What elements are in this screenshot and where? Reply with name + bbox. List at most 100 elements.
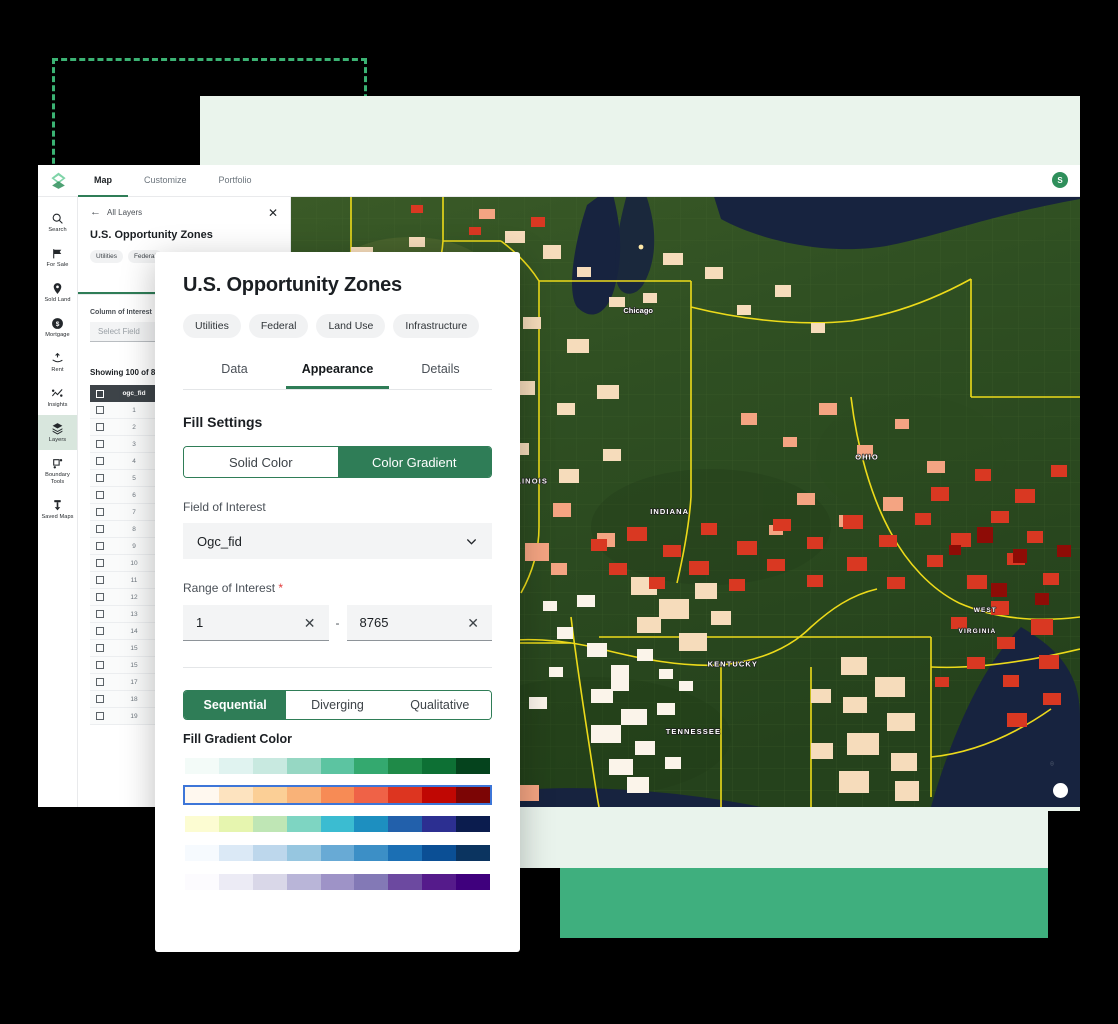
tab-map[interactable]: Map bbox=[78, 165, 128, 197]
gradient-swatch bbox=[286, 758, 321, 774]
row-checkbox[interactable] bbox=[96, 542, 104, 550]
modal-tag-land-use[interactable]: Land Use bbox=[316, 314, 386, 338]
sidebar-item-insights[interactable]: Insights bbox=[38, 380, 77, 415]
palette-sequential-button[interactable]: Sequential bbox=[184, 691, 287, 719]
cell-ogc-fid: 5 bbox=[132, 474, 136, 482]
row-checkbox[interactable] bbox=[96, 406, 104, 414]
gradient-option-purples[interactable] bbox=[183, 872, 492, 892]
palette-diverging-button[interactable]: Diverging bbox=[286, 691, 389, 719]
gradient-swatch bbox=[218, 758, 253, 774]
row-checkbox[interactable] bbox=[96, 525, 104, 533]
sidebar-item-sold-land[interactable]: Sold Land bbox=[38, 275, 77, 310]
modal-tabs: Data Appearance Details bbox=[183, 354, 492, 390]
row-checkbox[interactable] bbox=[96, 491, 104, 499]
clear-icon[interactable]: ✕ bbox=[467, 616, 479, 630]
close-icon[interactable]: ✕ bbox=[268, 207, 278, 219]
sidebar-item-saved-maps[interactable]: Saved Maps bbox=[38, 492, 77, 527]
map-label: VIRGINIA bbox=[959, 628, 997, 635]
row-checkbox[interactable] bbox=[96, 593, 104, 601]
tab-customize[interactable]: Customize bbox=[128, 165, 203, 197]
gradient-option-yellow-green-blue[interactable] bbox=[183, 814, 492, 834]
row-checkbox[interactable] bbox=[96, 678, 104, 686]
range-min-input[interactable]: 1 ✕ bbox=[183, 605, 329, 641]
back-to-all-layers-button[interactable]: ← All Layers bbox=[90, 207, 278, 218]
layers-logo-icon bbox=[50, 172, 66, 189]
gradient-swatch bbox=[252, 816, 287, 832]
cell-ogc-fid: 6 bbox=[132, 491, 136, 499]
clear-icon[interactable]: ✕ bbox=[304, 616, 316, 630]
sidebar-rail: Search For Sale Sold Land $ Mortgage Ren… bbox=[38, 197, 78, 807]
sidebar-item-layers[interactable]: Layers bbox=[38, 414, 77, 450]
cell-ogc-fid: 1 bbox=[132, 406, 136, 414]
row-checkbox[interactable] bbox=[96, 440, 104, 448]
insights-sparkle-icon bbox=[51, 389, 63, 397]
map-locate-button[interactable] bbox=[1053, 783, 1068, 798]
sidebar-item-mortgage[interactable]: $ Mortgage bbox=[38, 310, 77, 345]
tab-data[interactable]: Data bbox=[183, 354, 286, 389]
gradient-swatch bbox=[388, 874, 423, 890]
row-checkbox[interactable] bbox=[96, 610, 104, 618]
row-checkbox[interactable] bbox=[96, 559, 104, 567]
range-max-input[interactable]: 8765 ✕ bbox=[346, 605, 492, 641]
row-checkbox[interactable] bbox=[96, 695, 104, 703]
column-header-ogc-fid: ogc_fid bbox=[122, 390, 146, 397]
cell-ogc-fid: 18 bbox=[130, 695, 138, 703]
boundary-tools-icon bbox=[53, 458, 63, 469]
sidebar-item-boundary-tools[interactable]: Boundary Tools bbox=[38, 450, 77, 492]
gradient-swatch bbox=[218, 845, 253, 861]
fill-gradient-color-heading: Fill Gradient Color bbox=[183, 732, 293, 746]
layer-tag-utilities[interactable]: Utilities bbox=[90, 250, 123, 263]
tab-appearance[interactable]: Appearance bbox=[286, 354, 389, 389]
color-gradient-button[interactable]: Color Gradient bbox=[337, 447, 491, 477]
app-logo[interactable] bbox=[38, 171, 78, 190]
row-checkbox[interactable] bbox=[96, 508, 104, 516]
row-checkbox[interactable] bbox=[96, 644, 104, 652]
modal-tag-utilities[interactable]: Utilities bbox=[183, 314, 241, 338]
tab-details[interactable]: Details bbox=[389, 354, 492, 389]
palette-qualitative-button[interactable]: Qualitative bbox=[388, 691, 491, 719]
map-label: KENTUCKY bbox=[708, 660, 758, 669]
row-checkbox[interactable] bbox=[96, 457, 104, 465]
gradient-swatch bbox=[354, 758, 389, 774]
row-checkbox[interactable] bbox=[96, 627, 104, 635]
cell-ogc-fid: 11 bbox=[130, 576, 138, 584]
tab-portfolio[interactable]: Portfolio bbox=[203, 165, 268, 197]
cell-ogc-fid: 7 bbox=[132, 508, 136, 516]
dollar-circle-icon: $ bbox=[52, 318, 63, 329]
row-checkbox[interactable] bbox=[96, 661, 104, 669]
gradient-swatch bbox=[422, 758, 457, 774]
field-of-interest-select[interactable]: Ogc_fid bbox=[183, 523, 492, 559]
field-of-interest-label: Field of Interest bbox=[183, 500, 266, 514]
row-checkbox[interactable] bbox=[96, 712, 104, 720]
map-attribution: ⓘ bbox=[1050, 761, 1054, 766]
gradient-option-oranges-reds[interactable] bbox=[183, 785, 492, 805]
cell-ogc-fid: 17 bbox=[130, 678, 138, 686]
gradient-option-blues[interactable] bbox=[183, 843, 492, 863]
gradient-swatch bbox=[388, 758, 423, 774]
gradient-swatch bbox=[456, 845, 491, 861]
gradient-swatch bbox=[252, 845, 287, 861]
gradient-swatch bbox=[320, 845, 355, 861]
sidebar-item-label: Search bbox=[48, 227, 67, 233]
row-checkbox[interactable] bbox=[96, 474, 104, 482]
layers-stack-icon bbox=[52, 422, 63, 435]
sidebar-item-rent[interactable]: Rent bbox=[38, 345, 77, 380]
sidebar-item-search[interactable]: Search bbox=[38, 205, 77, 240]
modal-tag-federal[interactable]: Federal bbox=[248, 314, 309, 338]
gradient-swatch bbox=[422, 874, 457, 890]
cell-ogc-fid: 4 bbox=[132, 457, 136, 465]
modal-tag-list: Utilities Federal Land Use Infrastructur… bbox=[183, 314, 492, 338]
row-checkbox[interactable] bbox=[96, 423, 104, 431]
palette-type-toggle: Sequential Diverging Qualitative bbox=[183, 690, 492, 720]
gradient-option-greens[interactable] bbox=[183, 756, 492, 776]
select-all-checkbox[interactable] bbox=[96, 389, 104, 398]
sidebar-item-label: For Sale bbox=[46, 261, 69, 268]
row-checkbox[interactable] bbox=[96, 576, 104, 584]
map-label: INDIANA bbox=[650, 507, 689, 516]
solid-color-button[interactable]: Solid Color bbox=[184, 447, 338, 477]
avatar[interactable]: S bbox=[1052, 172, 1068, 188]
sidebar-item-for-sale[interactable]: For Sale bbox=[38, 240, 77, 275]
layers-panel-header: ← All Layers bbox=[78, 197, 290, 218]
cell-ogc-fid: 10 bbox=[130, 559, 138, 567]
modal-tag-infrastructure[interactable]: Infrastructure bbox=[393, 314, 480, 338]
